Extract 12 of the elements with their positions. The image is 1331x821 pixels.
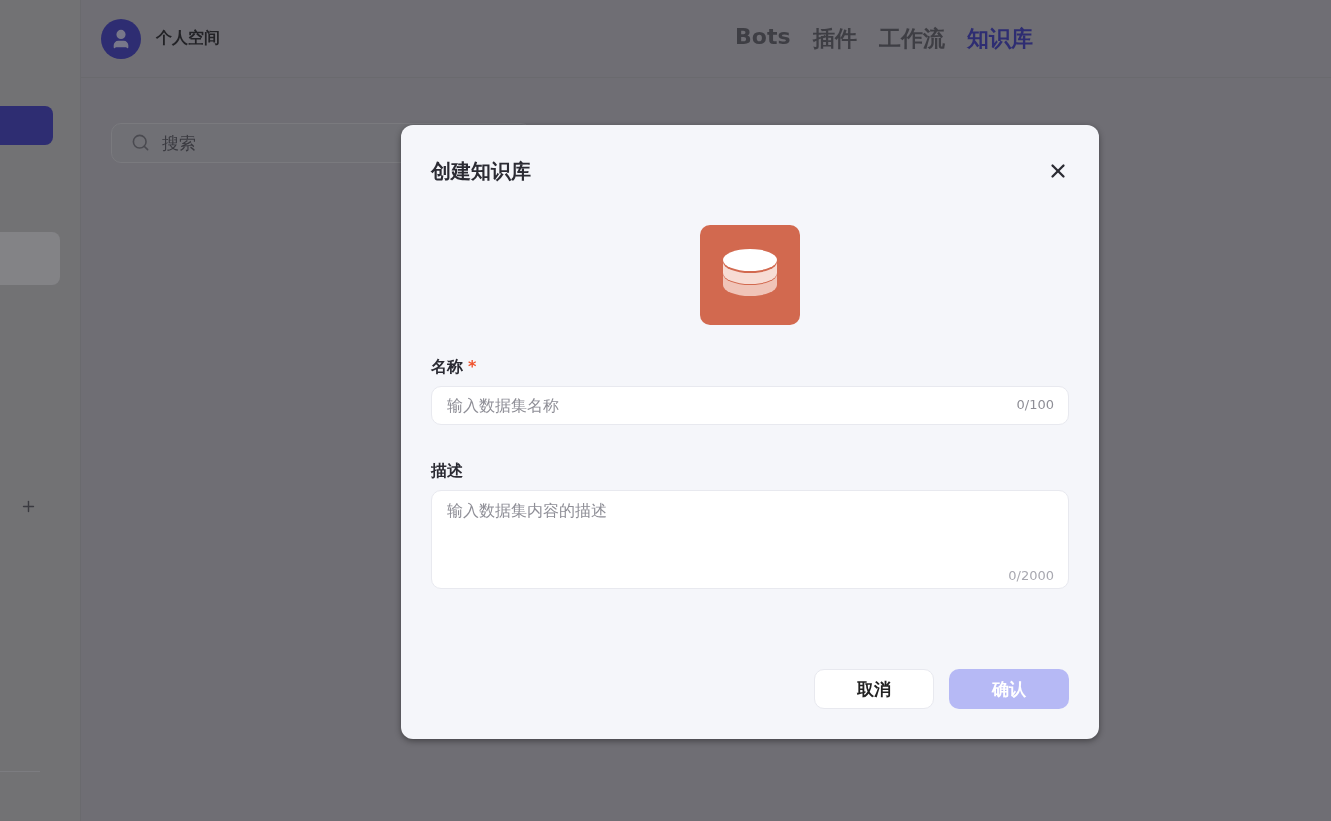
char-counter: 0/2000 [1008,568,1054,583]
nav-tab[interactable]: 知识库 [966,23,1033,54]
cancel-button[interactable]: 取消 [814,669,934,709]
add-icon[interactable] [20,498,37,515]
char-counter: 0/100 [1016,397,1054,412]
avatar[interactable] [101,18,141,59]
workspace-name: 个人空间 [156,28,220,49]
field-label: 名称 [431,357,463,378]
database-icon[interactable] [700,225,800,325]
field-label: 描述 [431,461,463,482]
required-mark: * [468,357,477,378]
search-icon [131,133,150,152]
